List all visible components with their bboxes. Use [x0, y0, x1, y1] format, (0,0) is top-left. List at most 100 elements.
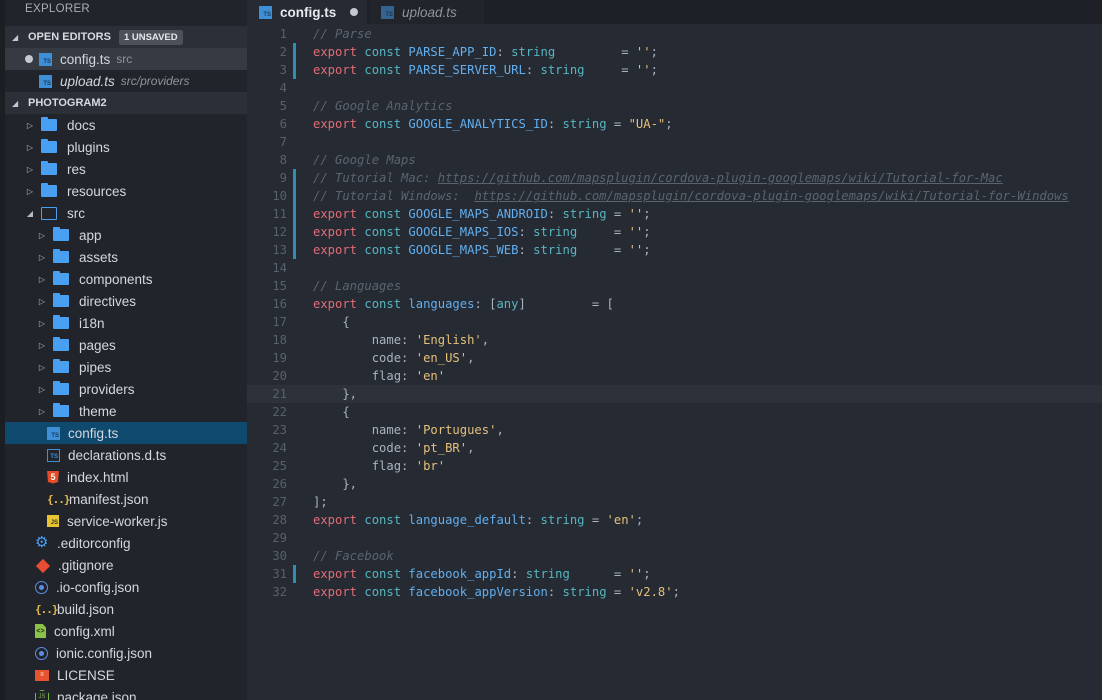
chevron-right-icon[interactable]: ▷	[25, 187, 35, 196]
tree-item[interactable]: ionic.config.json	[5, 642, 247, 664]
chevron-down-icon[interactable]: ◢	[25, 209, 35, 218]
chevron-right-icon[interactable]: ▷	[37, 341, 47, 350]
chevron-right-icon[interactable]: ▷	[37, 297, 47, 306]
code-token: 'br'	[415, 459, 446, 473]
tree-item[interactable]: ▷ docs	[5, 114, 247, 136]
chevron-right-icon[interactable]: ▷	[37, 231, 47, 240]
code-line[interactable]: 32 export const facebook_appVersion: stri…	[247, 583, 1102, 601]
code-line[interactable]: 20 flag: 'en'	[247, 367, 1102, 385]
tree-item[interactable]: {..} manifest.json	[5, 488, 247, 510]
code-line[interactable]: 17 {	[247, 313, 1102, 331]
code-line[interactable]: 11 export const GOOGLE_MAPS_ANDROID: stri…	[247, 205, 1102, 223]
code-line[interactable]: 15 // Languages	[247, 277, 1102, 295]
tree-item[interactable]: JS service-worker.js	[5, 510, 247, 532]
tree-item[interactable]: <> config.xml	[5, 620, 247, 642]
chevron-right-icon[interactable]: ▷	[37, 253, 47, 262]
tree-item[interactable]: TS config.ts	[5, 422, 247, 444]
modified-line-marker[interactable]	[293, 61, 296, 79]
tree-item[interactable]: JS package.json	[5, 686, 247, 700]
tab-config-ts[interactable]: TS config.ts	[247, 0, 367, 24]
modified-line-marker[interactable]	[293, 205, 296, 223]
tree-item-label: directives	[79, 293, 137, 309]
code-line[interactable]: 22 {	[247, 403, 1102, 421]
open-editor-upload[interactable]: TS upload.ts src/providers	[5, 70, 247, 92]
tree-item[interactable]: {..} build.json	[5, 598, 247, 620]
tree-item[interactable]: ◢ src	[5, 202, 247, 224]
chevron-right-icon[interactable]: ▷	[25, 165, 35, 174]
open-editor-config[interactable]: TS config.ts src	[5, 48, 247, 70]
code-line[interactable]: 14	[247, 259, 1102, 277]
modified-line-marker[interactable]	[293, 187, 296, 205]
code-line[interactable]: 28 export const language_default: string …	[247, 511, 1102, 529]
tree-item[interactable]: ▷ i18n	[5, 312, 247, 334]
code-line[interactable]: 12 export const GOOGLE_MAPS_IOS: string =…	[247, 223, 1102, 241]
tree-item[interactable]: ▷ providers	[5, 378, 247, 400]
code-line[interactable]: 3 export const PARSE_SERVER_URL: string =…	[247, 61, 1102, 79]
tree-item[interactable]: ▷ app	[5, 224, 247, 246]
code-line[interactable]: 8 // Google Maps	[247, 151, 1102, 169]
modified-line-marker[interactable]	[293, 43, 296, 61]
code-line[interactable]: 18 name: 'English',	[247, 331, 1102, 349]
chevron-right-icon[interactable]: ▷	[37, 363, 47, 372]
code-line[interactable]: 25 flag: 'br'	[247, 457, 1102, 475]
tree-item[interactable]: .io-config.json	[5, 576, 247, 598]
code-line[interactable]: 6 export const GOOGLE_ANALYTICS_ID: strin…	[247, 115, 1102, 133]
modified-line-marker[interactable]	[293, 169, 296, 187]
code-line[interactable]: 10 // Tutorial Windows: https://github.co…	[247, 187, 1102, 205]
tree-item-label: index.html	[67, 469, 129, 485]
chevron-right-icon[interactable]: ▷	[37, 319, 47, 328]
tree-item[interactable]: ▷ directives	[5, 290, 247, 312]
code-line[interactable]: 26 },	[247, 475, 1102, 493]
chevron-right-icon[interactable]: ▷	[37, 407, 47, 416]
tree-item[interactable]: ≡ LICENSE	[5, 664, 247, 686]
tree-item[interactable]: ▷ components	[5, 268, 247, 290]
open-editors-header[interactable]: ◢ OPEN EDITORS 1 UNSAVED	[5, 26, 247, 48]
code-line[interactable]: 31 export const facebook_appId: string = …	[247, 565, 1102, 583]
tree-item[interactable]: ▷ plugins	[5, 136, 247, 158]
tree-item[interactable]: ⚙ .editorconfig	[5, 532, 247, 554]
tree-item[interactable]: ▷ res	[5, 158, 247, 180]
chevron-right-icon[interactable]: ▷	[37, 385, 47, 394]
tree-item[interactable]: 5 index.html	[5, 466, 247, 488]
code-line[interactable]: 13 export const GOOGLE_MAPS_WEB: string =…	[247, 241, 1102, 259]
modified-line-marker[interactable]	[293, 241, 296, 259]
code-link[interactable]: https://github.com/mapsplugin/cordova-pl…	[438, 171, 1003, 185]
code-line[interactable]: 19 code: 'en_US',	[247, 349, 1102, 367]
chevron-right-icon[interactable]: ▷	[25, 143, 35, 152]
code-line[interactable]: 21 },	[247, 385, 1102, 403]
code-text: export const facebook_appVersion: string…	[313, 583, 680, 601]
tree-item[interactable]: ▷ pipes	[5, 356, 247, 378]
code-token: code:	[313, 351, 416, 365]
code-token: name:	[313, 423, 416, 437]
chevron-right-icon[interactable]: ▷	[37, 275, 47, 284]
code-line[interactable]: 1 // Parse	[247, 25, 1102, 43]
code-link[interactable]: https://github.com/mapsplugin/cordova-pl…	[474, 189, 1068, 203]
code-line[interactable]: 4	[247, 79, 1102, 97]
code-line[interactable]: 27];	[247, 493, 1102, 511]
code-line[interactable]: 5 // Google Analytics	[247, 97, 1102, 115]
code-line[interactable]: 24 code: 'pt_BR',	[247, 439, 1102, 457]
code-line[interactable]: 9 // Tutorial Mac: https://github.com/map…	[247, 169, 1102, 187]
code-line[interactable]: 16 export const languages: [any] = [	[247, 295, 1102, 313]
project-header[interactable]: ◢ PHOTOGRAM2	[5, 92, 247, 114]
code-line[interactable]: 30 // Facebook	[247, 547, 1102, 565]
code-line[interactable]: 7	[247, 133, 1102, 151]
tab-upload-ts[interactable]: TS upload.ts	[369, 0, 484, 24]
tree-item[interactable]: .gitignore	[5, 554, 247, 576]
code-token: languages	[408, 297, 475, 311]
tree-item[interactable]: ▷ theme	[5, 400, 247, 422]
code-line[interactable]: 2 export const PARSE_APP_ID: string = '';	[247, 43, 1102, 61]
tree-item[interactable]: ▷ pages	[5, 334, 247, 356]
tree-item[interactable]: TS declarations.d.ts	[5, 444, 247, 466]
modified-line-marker[interactable]	[293, 565, 296, 583]
code-token: string	[511, 45, 556, 59]
code-line[interactable]: 29	[247, 529, 1102, 547]
code-line[interactable]: 23 name: 'Portugues',	[247, 421, 1102, 439]
unsaved-dot-icon[interactable]	[25, 55, 33, 63]
tree-item[interactable]: ▷ assets	[5, 246, 247, 268]
modified-line-marker[interactable]	[293, 223, 296, 241]
code-editor[interactable]: 1 // Parse 2 export const PARSE_APP_ID: str…	[247, 24, 1102, 700]
tree-item[interactable]: ▷ resources	[5, 180, 247, 202]
unsaved-dot-icon[interactable]	[350, 8, 359, 16]
chevron-right-icon[interactable]: ▷	[25, 121, 35, 130]
